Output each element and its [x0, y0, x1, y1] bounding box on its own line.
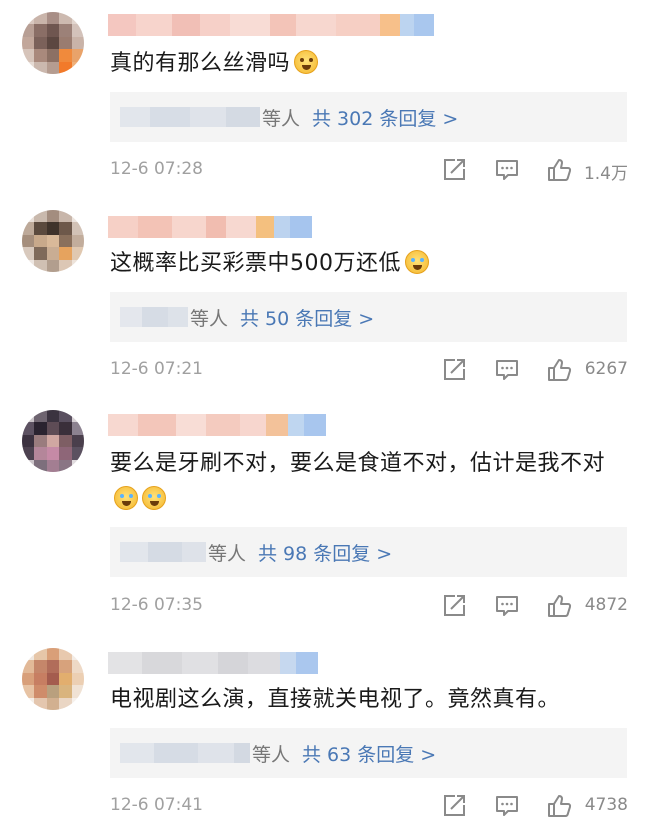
reply-users-blurred [120, 743, 250, 763]
username-blurred[interactable] [108, 652, 318, 674]
avatar[interactable] [22, 410, 84, 472]
laughing-crying-emoji-icon [114, 486, 138, 510]
view-replies-link[interactable]: 共 98 条回复 > [258, 539, 392, 566]
comment-icon[interactable] [494, 357, 520, 383]
like-count: 6267 [584, 359, 628, 379]
view-replies-link[interactable]: 共 63 条回复 > [302, 740, 436, 767]
comment-date: 12-6 07:28 [110, 159, 203, 179]
comment-date: 12-6 07:21 [110, 359, 203, 379]
flushed-emoji-icon [294, 50, 319, 74]
comment-meta: 12-6 07:35 4872 [110, 593, 630, 619]
comment-text: 这概率比买彩票中500万还低 [110, 246, 625, 282]
avatar[interactable] [22, 648, 84, 710]
comment-text: 电视剧这么演，直接就关电视了。竟然真有。 [110, 687, 561, 712]
thumbs-up-icon[interactable] [546, 793, 572, 819]
reply-users-blurred [120, 542, 206, 562]
reply-prefix: 等人 [208, 542, 247, 565]
laughing-crying-emoji-icon [405, 250, 429, 274]
reply-users-blurred [120, 107, 260, 127]
username-blurred[interactable] [108, 216, 312, 238]
share-icon[interactable] [441, 793, 467, 819]
comment-meta: 12-6 07:28 1.4万 [110, 157, 630, 184]
thumbs-up-icon[interactable] [546, 157, 572, 183]
comment-meta: 12-6 07:41 4738 [110, 793, 630, 819]
reply-prefix: 等人 [190, 307, 229, 330]
avatar[interactable] [22, 12, 84, 74]
thumbs-up-icon[interactable] [546, 593, 572, 619]
like-count: 4738 [584, 795, 628, 815]
like-count: 1.4万 [583, 164, 628, 184]
comment-text: 真的有那么丝滑吗 [110, 46, 625, 82]
thumbs-up-icon[interactable] [546, 357, 572, 383]
reply-users-blurred [120, 307, 188, 327]
reply-summary[interactable]: 等人 共 302 条回复 > [110, 92, 627, 142]
reply-prefix: 等人 [262, 107, 301, 130]
share-icon[interactable] [441, 357, 467, 383]
comment-icon[interactable] [494, 157, 520, 183]
share-icon[interactable] [441, 157, 467, 183]
like-count: 4872 [584, 595, 628, 615]
avatar[interactable] [22, 210, 84, 272]
view-replies-link[interactable]: 共 302 条回复 > [312, 104, 458, 131]
comment-text: 要么是牙刷不对，要么是食道不对，估计是我不对 [110, 446, 625, 518]
reply-prefix: 等人 [252, 743, 291, 766]
comment-icon[interactable] [494, 593, 520, 619]
username-blurred[interactable] [108, 14, 434, 36]
comment-date: 12-6 07:41 [110, 795, 203, 815]
reply-summary[interactable]: 等人 共 50 条回复 > [110, 292, 627, 342]
laughing-crying-emoji-icon [142, 486, 166, 510]
username-blurred[interactable] [108, 414, 326, 436]
share-icon[interactable] [441, 593, 467, 619]
comment-meta: 12-6 07:21 6267 [110, 357, 630, 383]
comment-date: 12-6 07:35 [110, 595, 203, 615]
reply-summary[interactable]: 等人 共 63 条回复 > [110, 728, 627, 778]
comment-icon[interactable] [494, 793, 520, 819]
reply-summary[interactable]: 等人 共 98 条回复 > [110, 527, 627, 577]
view-replies-link[interactable]: 共 50 条回复 > [240, 304, 374, 331]
